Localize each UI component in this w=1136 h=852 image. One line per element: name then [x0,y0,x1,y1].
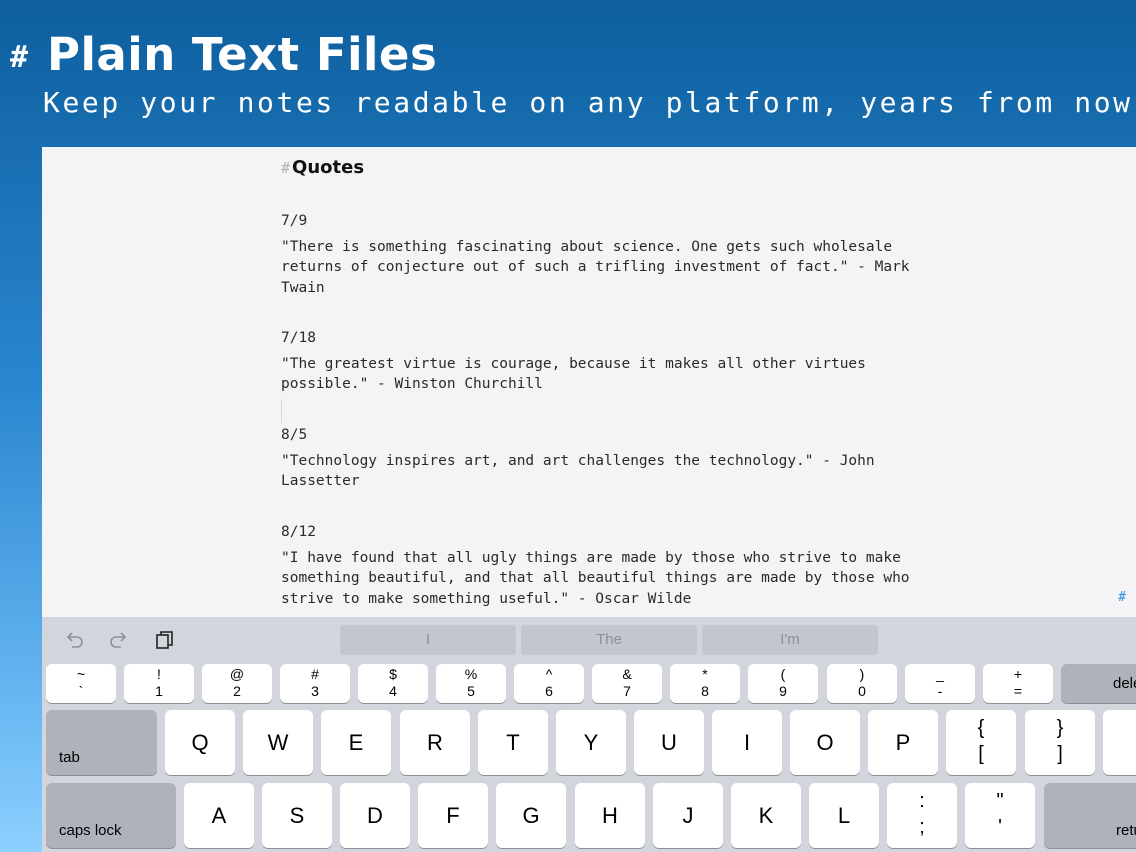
key-u[interactable]: U [634,710,704,775]
heading-text: Quotes [292,157,365,178]
on-screen-keyboard: I The I'm ~ ` ! 1 @2 #3 $4 % 5 ^ 6 & 7 * 8 (9 … [42,617,1136,852]
ipad-screen: # Quotes 7/9 "There is something fascinat… [42,147,1136,852]
key-minus[interactable]: _ - [905,664,975,703]
key-backtick[interactable]: ~ ` [46,664,116,703]
quote-entry: 7/18 "The greatest virtue is courage, be… [281,328,961,395]
key-2[interactable]: @2 [202,664,272,703]
key-semicolon[interactable]: :; [887,783,957,848]
key-open-bracket[interactable]: {[ [946,710,1016,775]
key-p[interactable]: P [868,710,938,775]
key-a[interactable]: A [184,783,254,848]
key-r[interactable]: R [400,710,470,775]
text-editor[interactable]: # Quotes 7/9 "There is something fascinat… [42,147,1136,617]
key-0[interactable]: ) 0 [827,664,897,703]
document-heading: # Quotes [281,157,364,178]
quote-entry: 7/9 "There is something fascinating abou… [281,211,961,298]
hash-logo: # [10,40,29,75]
key-j[interactable]: J [653,783,723,848]
key-s[interactable]: S [262,783,332,848]
key-5[interactable]: % 5 [436,664,506,703]
entry-quote: "There is something fascinating about sc… [281,238,910,296]
key-close-bracket[interactable]: }] [1025,710,1095,775]
suggestion-3[interactable]: I'm [702,625,878,655]
entry-date: 8/5 [281,427,308,443]
delete-key[interactable]: delete [1061,664,1136,703]
key-l[interactable]: L [809,783,879,848]
key-w[interactable]: W [243,710,313,775]
caps-lock-key[interactable]: caps lock [46,783,176,848]
key-1[interactable]: ! 1 [124,664,194,703]
paste-icon[interactable] [154,629,176,651]
key-backslash[interactable] [1103,710,1136,775]
key-equals[interactable]: + = [983,664,1053,703]
entry-date: 8/12 [281,524,316,540]
key-o[interactable]: O [790,710,860,775]
suggestion-2[interactable]: The [521,625,697,655]
key-3[interactable]: #3 [280,664,350,703]
key-e[interactable]: E [321,710,391,775]
shortcut-bar: I The I'm [42,617,1136,661]
key-d[interactable]: D [340,783,410,848]
key-i[interactable]: I [712,710,782,775]
quote-entry: 8/5 "Technology inspires art, and art ch… [281,425,961,492]
entry-date: 7/9 [281,213,308,229]
entry-quote: "The greatest virtue is courage, because… [281,355,866,393]
suggestion-1[interactable]: I [340,625,516,655]
key-q[interactable]: Q [165,710,235,775]
entry-quote: "Technology inspires art, and art challe… [281,452,875,490]
hero-banner: # Plain Text Files Keep your notes reada… [0,0,1136,147]
side-hash-icon[interactable]: # [1118,590,1126,605]
key-4[interactable]: $4 [358,664,428,703]
key-7[interactable]: & 7 [592,664,662,703]
text-cursor [281,399,282,423]
key-quote[interactable]: " ' [965,783,1035,848]
key-t[interactable]: T [478,710,548,775]
key-g[interactable]: G [496,783,566,848]
entry-quote: "I have found that all ugly things are m… [281,549,910,607]
key-f[interactable]: F [418,783,488,848]
key-h[interactable]: H [575,783,645,848]
key-6[interactable]: ^ 6 [514,664,584,703]
key-k[interactable]: K [731,783,801,848]
hero-subtitle: Keep your notes readable on any platform… [43,86,1136,119]
redo-icon[interactable] [108,629,130,651]
entry-date: 7/18 [281,330,316,346]
tab-key[interactable]: tab [46,710,157,775]
key-y[interactable]: Y [556,710,626,775]
return-key[interactable]: return [1044,783,1136,848]
heading-hash-mark: # [281,159,291,177]
undo-icon[interactable] [63,629,85,651]
hero-title: Plain Text Files [47,28,438,81]
quote-entry: 8/12 "I have found that all ugly things … [281,522,961,609]
key-9[interactable]: (9 [748,664,818,703]
key-8[interactable]: * 8 [670,664,740,703]
